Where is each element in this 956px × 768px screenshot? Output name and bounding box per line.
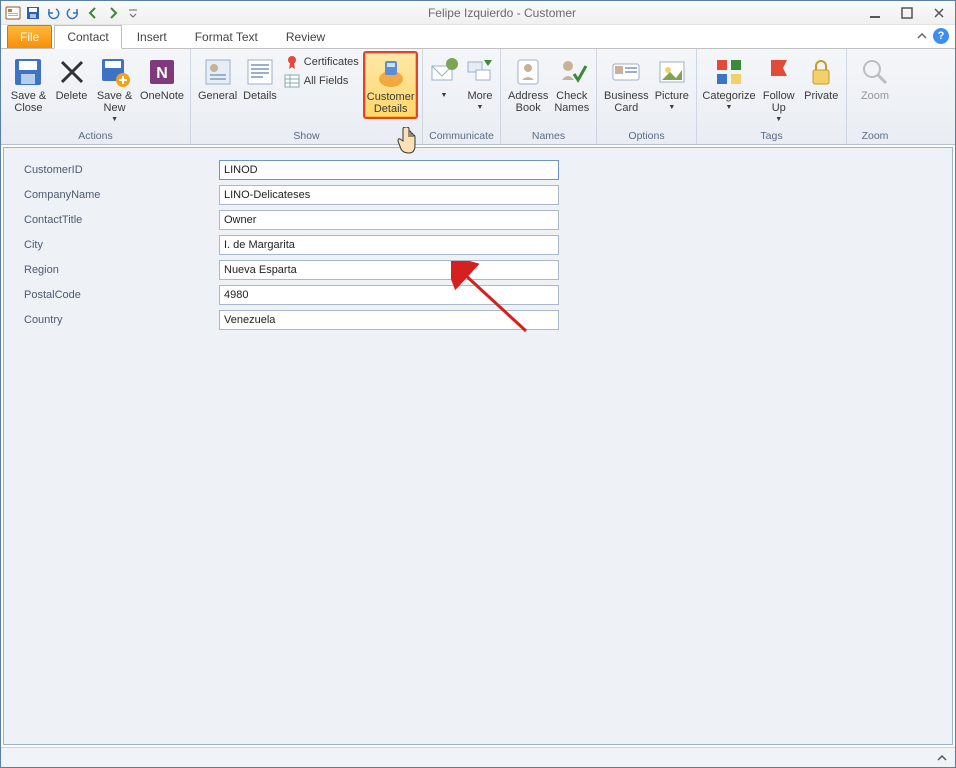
categorize-icon: [713, 56, 745, 88]
group-show-label: Show: [191, 130, 422, 144]
minimize-button[interactable]: [863, 5, 887, 21]
field-input-region[interactable]: [219, 260, 559, 280]
field-label-companyname: CompanyName: [24, 189, 219, 201]
tab-file[interactable]: File: [7, 25, 52, 48]
more-icon: [464, 56, 496, 88]
address-book-icon: [512, 56, 544, 88]
group-names-label: Names: [501, 130, 596, 144]
svg-text:N: N: [156, 65, 168, 82]
field-label-region: Region: [24, 264, 219, 276]
app-icon: [5, 5, 21, 21]
save-new-button[interactable]: Save & New▼: [91, 51, 138, 129]
comm-actions-button[interactable]: ▼: [427, 51, 461, 117]
details-icon: [244, 56, 276, 88]
business-card-icon: [610, 56, 642, 88]
customer-details-button[interactable]: Customer Details: [363, 51, 419, 119]
field-input-postalcode[interactable]: [219, 285, 559, 305]
collapse-ribbon-icon[interactable]: [915, 29, 929, 43]
tab-review[interactable]: Review: [273, 25, 338, 48]
qat-dropdown-icon[interactable]: [125, 5, 141, 21]
ribbon: Save & Close Delete Save & New▼ N OneNot…: [1, 49, 955, 145]
field-label-customerid: CustomerID: [24, 164, 219, 176]
window-controls: [863, 5, 951, 21]
title-bar: Felipe Izquierdo - Customer: [1, 1, 955, 25]
status-bar: [1, 747, 955, 767]
customer-details-icon: [375, 57, 407, 89]
field-label-country: Country: [24, 314, 219, 326]
window-title: Felipe Izquierdo - Customer: [141, 6, 863, 20]
details-button[interactable]: Details: [240, 51, 280, 117]
save-close-button[interactable]: Save & Close: [5, 51, 52, 117]
follow-up-icon: [763, 56, 795, 88]
field-label-postalcode: PostalCode: [24, 289, 219, 301]
general-icon: [202, 56, 234, 88]
ribbon-tabs: File Contact Insert Format Text Review ?: [1, 25, 955, 49]
picture-icon: [656, 56, 688, 88]
content-area: CustomerID CompanyName ContactTitle City…: [3, 147, 953, 745]
private-icon: [805, 56, 837, 88]
all-fields-button[interactable]: All Fields: [282, 72, 361, 90]
field-input-city[interactable]: [219, 235, 559, 255]
group-options-label: Options: [597, 130, 696, 144]
close-button[interactable]: [927, 5, 951, 21]
onenote-icon: N: [146, 56, 178, 88]
field-input-customerid[interactable]: [219, 160, 559, 180]
zoom-icon: [859, 56, 891, 88]
delete-button[interactable]: Delete: [52, 51, 91, 117]
save-icon[interactable]: [25, 5, 41, 21]
all-fields-icon: [284, 73, 300, 89]
tab-insert[interactable]: Insert: [124, 25, 180, 48]
redo-icon[interactable]: [65, 5, 81, 21]
group-communicate-label: Communicate: [423, 130, 500, 144]
quick-access-toolbar: [5, 5, 141, 21]
previous-icon[interactable]: [85, 5, 101, 21]
group-tags-label: Tags: [697, 130, 846, 144]
maximize-button[interactable]: [895, 5, 919, 21]
undo-icon[interactable]: [45, 5, 61, 21]
business-card-button[interactable]: Business Card: [601, 51, 652, 117]
customer-form: CustomerID CompanyName ContactTitle City…: [4, 148, 952, 347]
save-new-icon: [99, 56, 131, 88]
next-icon[interactable]: [105, 5, 121, 21]
save-close-icon: [12, 56, 44, 88]
certificates-icon: [284, 54, 300, 70]
help-icon[interactable]: ?: [933, 28, 949, 44]
more-button[interactable]: More▼: [461, 51, 499, 117]
field-input-companyname[interactable]: [219, 185, 559, 205]
field-label-contacttitle: ContactTitle: [24, 214, 219, 226]
picture-button[interactable]: Picture▼: [652, 51, 692, 117]
follow-up-button[interactable]: Follow Up▼: [757, 51, 800, 129]
private-button[interactable]: Private: [800, 51, 842, 117]
check-names-button[interactable]: Check Names: [551, 51, 592, 117]
field-label-city: City: [24, 239, 219, 251]
field-input-country[interactable]: [219, 310, 559, 330]
categorize-button[interactable]: Categorize▼: [701, 51, 757, 117]
delete-icon: [56, 56, 88, 88]
comm-actions-icon: [428, 56, 460, 88]
field-input-contacttitle[interactable]: [219, 210, 559, 230]
certificates-button[interactable]: Certificates: [282, 53, 361, 71]
onenote-button[interactable]: N OneNote: [138, 51, 186, 117]
tab-format-text[interactable]: Format Text: [182, 25, 271, 48]
zoom-button: Zoom: [851, 51, 899, 117]
address-book-button[interactable]: Address Book: [505, 51, 551, 117]
scroll-up-icon[interactable]: [935, 751, 949, 765]
tab-contact[interactable]: Contact: [54, 25, 121, 49]
check-names-icon: [556, 56, 588, 88]
general-button[interactable]: General: [195, 51, 240, 117]
group-zoom-label: Zoom: [847, 130, 903, 144]
group-actions-label: Actions: [1, 130, 190, 144]
